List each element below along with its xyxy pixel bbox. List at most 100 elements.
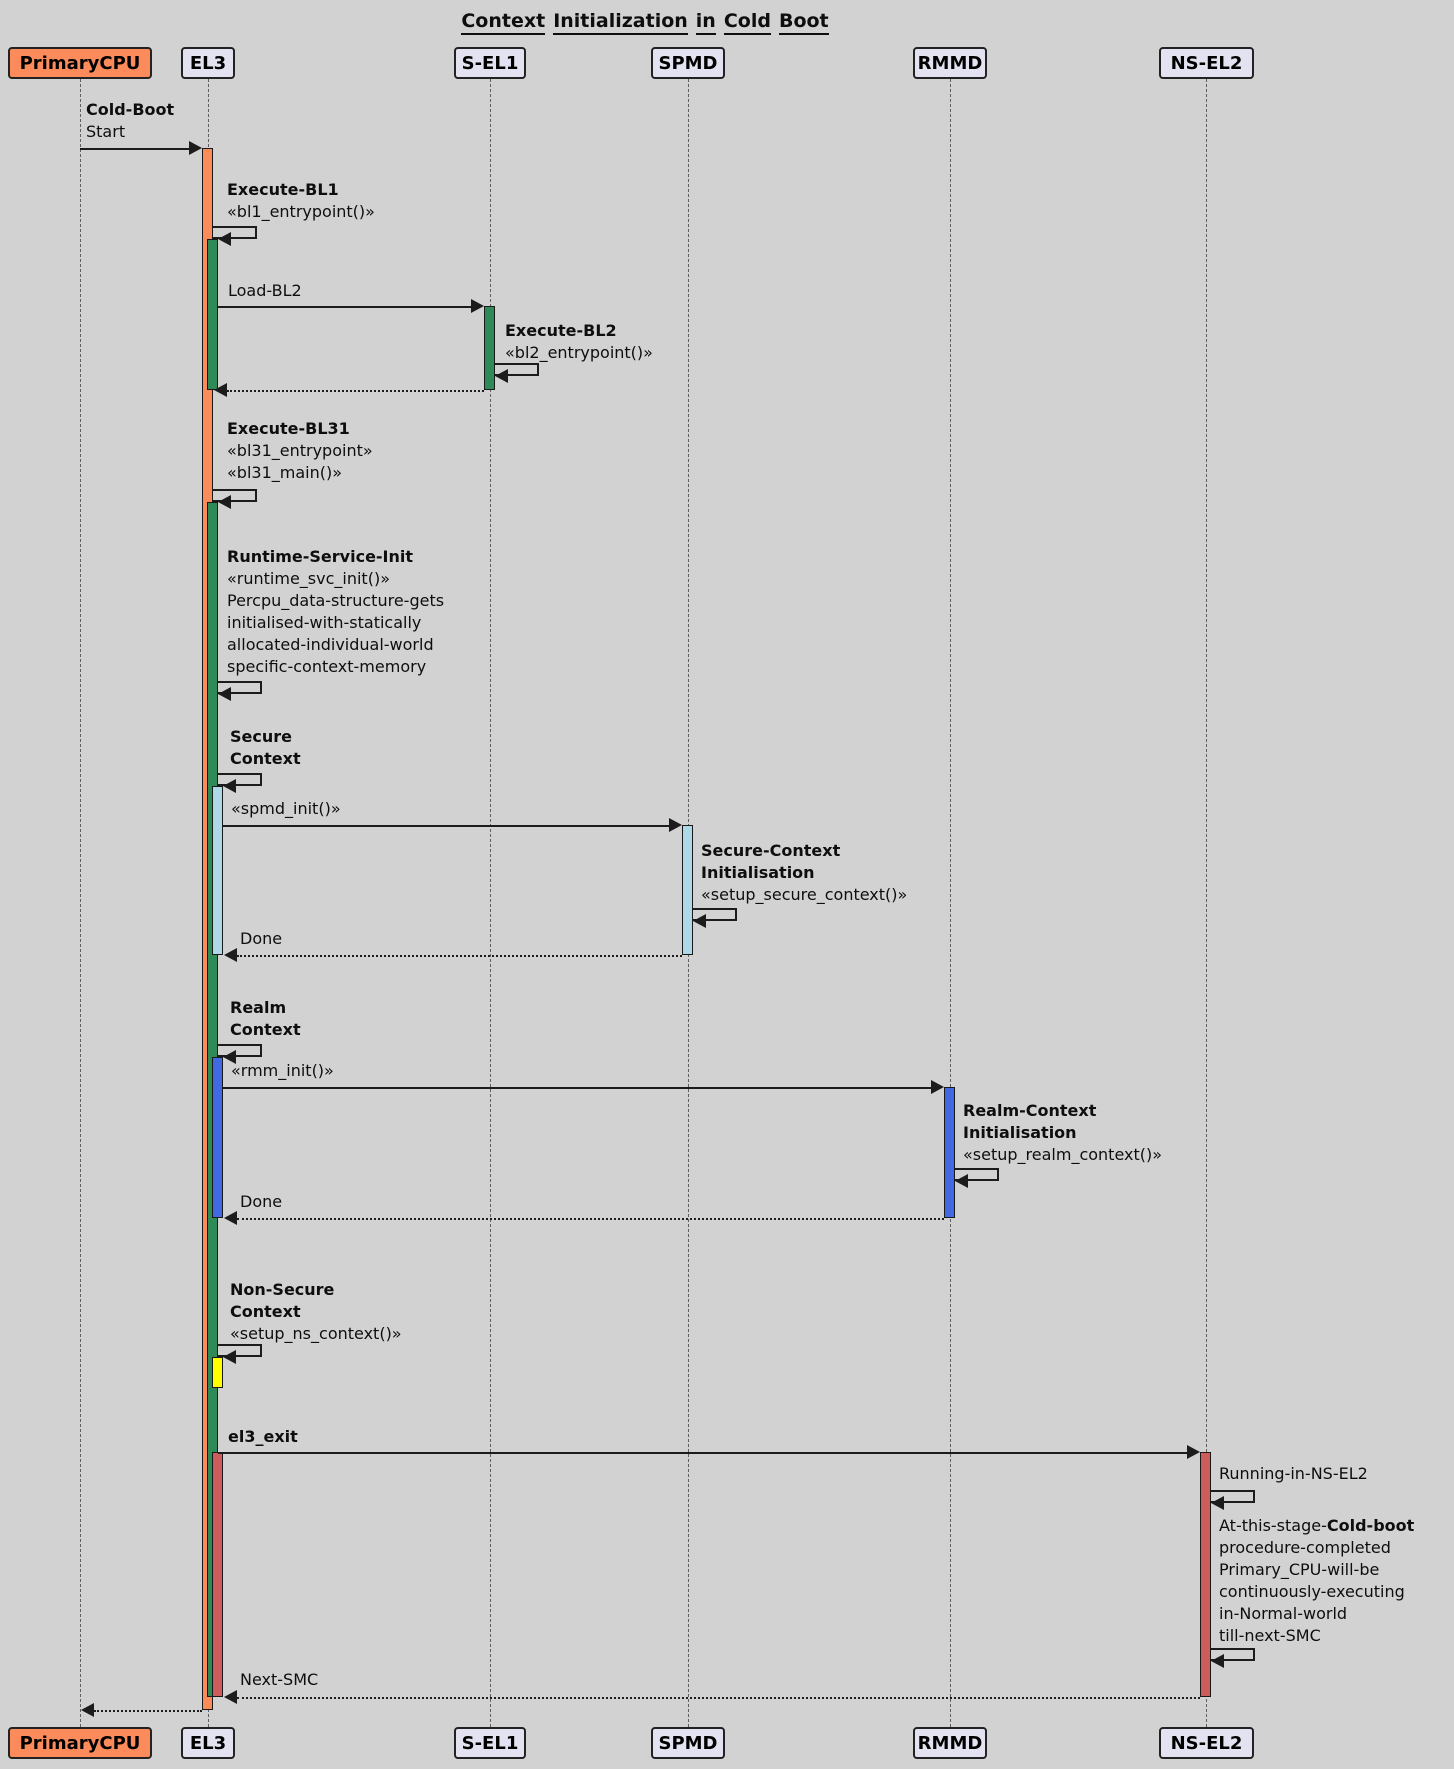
msg-cold-boot-complete-line6: till-next-SMC: [1219, 1626, 1321, 1646]
msg-realm-init-title2: Initialisation: [963, 1123, 1077, 1143]
msg-execute-bl2-stereotype: «bl2_entrypoint()»: [505, 343, 653, 363]
participant-label: RMMD: [918, 1733, 983, 1754]
activation-spmd: [682, 825, 693, 955]
participant-spmd-bottom: SPMD: [651, 1727, 725, 1759]
msg-execute-bl31-title: Execute-BL31: [227, 419, 350, 439]
msg-realm-init-stereotype: «setup_realm_context()»: [963, 1145, 1162, 1165]
msg-secure-context-title2: Context: [230, 749, 301, 769]
participant-label: PrimaryCPU: [20, 53, 141, 74]
arrowhead-right-icon: [471, 299, 484, 313]
title-word: Initialization: [553, 10, 688, 35]
arrowhead-left-icon: [223, 1350, 236, 1364]
participant-primarycpu-top: PrimaryCPU: [8, 47, 152, 79]
msg-done-realm-label: Done: [240, 1192, 282, 1212]
arrowhead-left-icon: [81, 1703, 94, 1717]
msg-load-bl2-arrow: [218, 306, 471, 308]
msg-running-ns-el2-label: Running-in-NS-EL2: [1219, 1464, 1368, 1484]
cold-boot-complete-bold: Cold-boot: [1327, 1516, 1414, 1535]
participant-label: EL3: [190, 1733, 226, 1754]
msg-cold-boot-complete-line3: Primary_CPU-will-be: [1219, 1560, 1379, 1580]
title-word: Boot: [779, 10, 829, 35]
arrowhead-right-icon: [1187, 1445, 1200, 1459]
arrowhead-left-icon: [218, 495, 231, 509]
lifeline-rmmd: [950, 79, 951, 1727]
activation-el3-ns-context: [212, 1357, 223, 1388]
msg-rmm-init-arrow: [223, 1087, 931, 1089]
participant-label: S-EL1: [462, 53, 519, 74]
arrowhead-left-icon: [223, 779, 236, 793]
msg-cold-boot-arrow: [80, 148, 190, 150]
title-word: Context: [461, 10, 545, 35]
arrowhead-right-icon: [931, 1080, 944, 1094]
participant-spmd-top: SPMD: [651, 47, 725, 79]
participant-primarycpu-bottom: PrimaryCPU: [8, 1727, 152, 1759]
msg-execute-bl31-stereotype1: «bl31_entrypoint»: [227, 441, 373, 461]
diagram-title: Context Initialization in Cold Boot: [0, 10, 1290, 35]
title-word: in: [696, 10, 716, 35]
participant-label: S-EL1: [462, 1733, 519, 1754]
msg-cold-boot-complete-line5: in-Normal-world: [1219, 1604, 1347, 1624]
cold-boot-complete-prefix: At-this-stage-: [1219, 1516, 1327, 1535]
arrowhead-left-icon: [224, 1690, 237, 1704]
msg-ns-context-stereotype: «setup_ns_context()»: [230, 1324, 402, 1344]
arrowhead-right-icon: [669, 818, 682, 832]
msg-el3-exit-label: el3_exit: [228, 1427, 298, 1447]
msg-done-secure-label: Done: [240, 929, 282, 949]
participant-label: RMMD: [918, 53, 983, 74]
arrowhead-left-icon: [495, 369, 508, 383]
msg-runtime-svc-desc1: Percpu_data-structure-gets: [227, 591, 444, 611]
msg-runtime-svc-desc3: allocated-individual-world: [227, 635, 434, 655]
sequence-diagram: Context Initialization in Cold Boot PrimaryC…: [0, 0, 1454, 1769]
msg-execute-bl1-stereotype: «bl1_entrypoint()»: [227, 202, 375, 222]
msg-cold-boot-complete-line1: At-this-stage-Cold-boot: [1219, 1516, 1414, 1536]
msg-ns-context-title2: Context: [230, 1302, 301, 1322]
activation-ns-el2: [1200, 1452, 1211, 1697]
msg-realm-context-title2: Context: [230, 1020, 301, 1040]
activation-el3-secure-context: [212, 786, 223, 955]
msg-execute-bl31-stereotype2: «bl31_main()»: [227, 463, 342, 483]
title-word: Cold: [724, 10, 771, 35]
msg-rmm-init-label: «rmm_init()»: [231, 1061, 334, 1081]
msg-done-secure-arrow: [237, 955, 682, 957]
msg-bl2-return-arrow: [227, 390, 484, 392]
msg-cold-boot-complete-line4: continuously-executing: [1219, 1582, 1405, 1602]
msg-cold-boot-line1: Cold-Boot: [86, 100, 174, 120]
msg-realm-init-title1: Realm-Context: [963, 1101, 1096, 1121]
msg-execute-bl1-title: Execute-BL1: [227, 180, 339, 200]
msg-runtime-svc-desc2: initialised-with-statically: [227, 613, 421, 633]
participant-label: SPMD: [658, 53, 717, 74]
msg-realm-context-title1: Realm: [230, 998, 286, 1018]
msg-runtime-svc-desc4: specific-context-memory: [227, 657, 426, 677]
arrowhead-left-icon: [218, 232, 231, 246]
participant-label: EL3: [190, 53, 226, 74]
participant-rmmd-top: RMMD: [913, 47, 987, 79]
activation-el3-realm-context: [212, 1057, 223, 1218]
participant-label: SPMD: [658, 1733, 717, 1754]
msg-execute-bl2-title: Execute-BL2: [505, 321, 617, 341]
participant-el3-bottom: EL3: [181, 1727, 235, 1759]
participant-rmmd-bottom: RMMD: [913, 1727, 987, 1759]
activation-el3-bl1: [207, 239, 218, 390]
msg-ns-context-title1: Non-Secure: [230, 1280, 334, 1300]
participant-s-el1-bottom: S-EL1: [454, 1727, 526, 1759]
msg-spmd-init-arrow: [223, 825, 669, 827]
arrowhead-left-icon: [693, 914, 706, 928]
arrowhead-left-icon: [1211, 1496, 1224, 1510]
activation-s-el1-bl2: [484, 306, 495, 390]
arrowhead-left-icon: [1211, 1654, 1224, 1668]
msg-runtime-svc-title: Runtime-Service-Init: [227, 547, 413, 567]
participant-label: NS-EL2: [1171, 1733, 1243, 1754]
arrowhead-left-icon: [955, 1174, 968, 1188]
participant-label: NS-EL2: [1171, 53, 1243, 74]
arrowhead-left-icon: [224, 1211, 237, 1225]
arrowhead-left-icon: [214, 383, 227, 397]
msg-final-return-arrow: [94, 1710, 202, 1712]
participant-el3-top: EL3: [181, 47, 235, 79]
msg-cold-boot-line2: Start: [86, 122, 125, 142]
activation-rmmd: [944, 1087, 955, 1218]
arrowhead-left-icon: [218, 687, 231, 701]
participant-ns-el2-top: NS-EL2: [1159, 47, 1254, 79]
msg-done-realm-arrow: [237, 1218, 944, 1220]
msg-spmd-init-label: «spmd_init()»: [231, 799, 341, 819]
participant-ns-el2-bottom: NS-EL2: [1159, 1727, 1254, 1759]
